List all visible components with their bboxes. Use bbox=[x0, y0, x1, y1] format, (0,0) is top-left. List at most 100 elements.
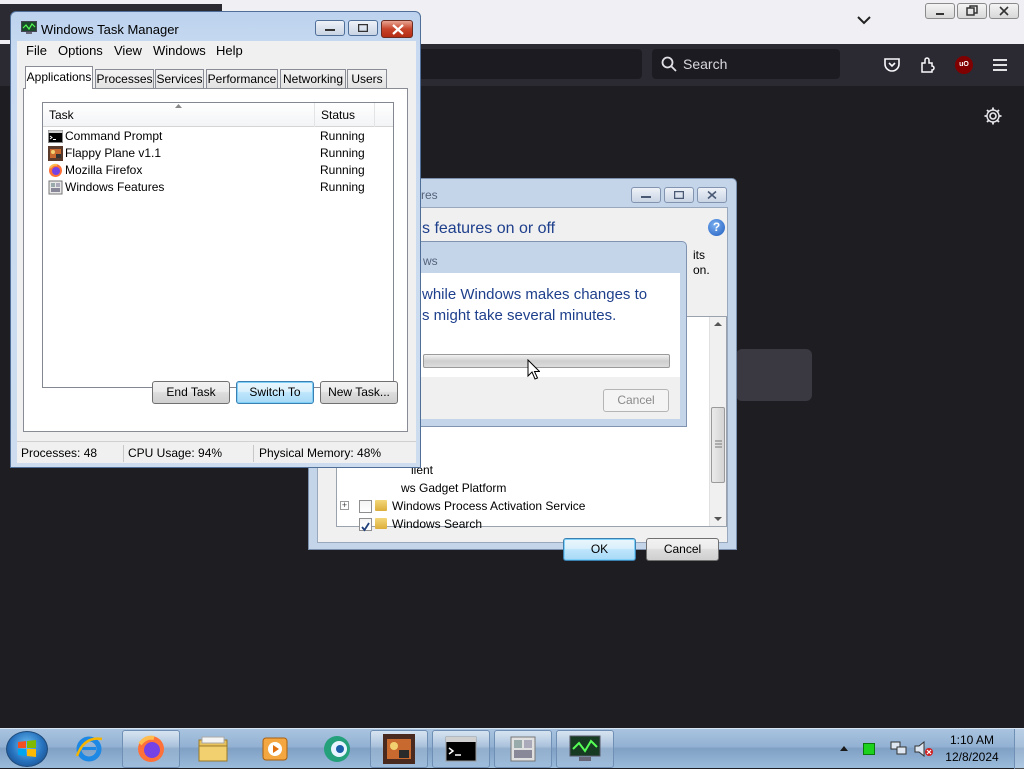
task-row[interactable]: Windows Features Running bbox=[43, 179, 393, 196]
firefox-icon bbox=[49, 163, 62, 177]
window-title: res bbox=[421, 188, 438, 202]
show-hidden-icons-icon[interactable] bbox=[840, 745, 848, 751]
task-manager-window: Windows Task Manager File Options View W… bbox=[10, 11, 421, 468]
menu-options[interactable]: Options bbox=[58, 43, 103, 58]
end-task-button[interactable]: End Task bbox=[152, 381, 230, 404]
scroll-up-icon[interactable] bbox=[714, 321, 722, 327]
search-bar[interactable]: Search bbox=[652, 49, 840, 79]
status-divider bbox=[123, 445, 124, 462]
clock-date: 12/8/2024 bbox=[945, 750, 999, 764]
feature-label: Windows Search bbox=[392, 517, 483, 531]
taskbar-command-prompt[interactable] bbox=[432, 730, 490, 768]
minimize-button[interactable] bbox=[315, 20, 345, 36]
ublock-origin-icon[interactable]: uO bbox=[955, 56, 973, 74]
windows-features-icon bbox=[510, 736, 536, 762]
progress-dialog-title: ws bbox=[423, 254, 438, 268]
taskbar-media-player[interactable] bbox=[246, 730, 304, 768]
task-status: Running bbox=[320, 129, 365, 143]
new-task-button[interactable]: New Task... bbox=[320, 381, 398, 404]
vertical-scrollbar[interactable] bbox=[709, 317, 726, 526]
mouse-cursor-icon bbox=[527, 359, 540, 380]
feature-checkbox-checked[interactable] bbox=[359, 518, 372, 532]
volume-muted-icon[interactable] bbox=[914, 741, 934, 757]
task-row[interactable]: Command Prompt Running bbox=[43, 128, 393, 145]
task-row[interactable]: Mozilla Firefox Running bbox=[43, 162, 393, 179]
feature-checkbox[interactable] bbox=[359, 500, 372, 513]
show-desktop-button[interactable] bbox=[1014, 729, 1024, 769]
url-bar[interactable] bbox=[410, 49, 642, 79]
taskbar-firefox[interactable] bbox=[122, 730, 180, 768]
extensions-icon[interactable] bbox=[918, 55, 938, 75]
hamburger-menu-icon[interactable] bbox=[990, 55, 1010, 75]
menu-file[interactable]: File bbox=[26, 43, 47, 58]
minimize-button[interactable] bbox=[925, 3, 955, 19]
menu-windows[interactable]: Windows bbox=[153, 43, 206, 58]
status-divider bbox=[253, 445, 254, 462]
menu-view[interactable]: View bbox=[114, 43, 142, 58]
pocket-icon[interactable] bbox=[882, 55, 902, 75]
flappy-plane-icon bbox=[48, 146, 63, 161]
tab-users[interactable]: Users bbox=[347, 69, 387, 88]
scroll-down-icon[interactable] bbox=[714, 516, 722, 522]
task-status: Running bbox=[320, 146, 365, 160]
column-header-status[interactable]: Status bbox=[315, 103, 375, 127]
list-all-tabs-chevron-icon[interactable] bbox=[854, 10, 874, 30]
tab-networking[interactable]: Networking bbox=[280, 69, 346, 88]
task-row[interactable]: Flappy Plane v1.1 Running bbox=[43, 145, 393, 162]
grip-icon bbox=[715, 440, 722, 448]
dialog-description: its on. bbox=[693, 248, 710, 278]
close-button[interactable] bbox=[697, 187, 727, 203]
progress-cancel-button[interactable]: Cancel bbox=[603, 389, 669, 412]
app-icon bbox=[324, 736, 350, 762]
help-icon[interactable]: ? bbox=[708, 219, 725, 236]
maximize-button[interactable] bbox=[664, 187, 694, 203]
minimize-icon bbox=[936, 13, 944, 15]
folder-icon bbox=[375, 518, 387, 529]
maximize-button[interactable] bbox=[348, 20, 378, 36]
window-title: Windows Task Manager bbox=[41, 22, 179, 37]
task-list[interactable]: Task Status Command Prompt Running Flapp… bbox=[42, 102, 394, 388]
expand-icon[interactable]: + bbox=[340, 501, 349, 510]
switch-to-button[interactable]: Switch To bbox=[236, 381, 314, 404]
tab-processes[interactable]: Processes bbox=[95, 69, 154, 88]
menu-help[interactable]: Help bbox=[216, 43, 243, 58]
cpu-usage: CPU Usage: 94% bbox=[128, 446, 223, 460]
maximize-icon bbox=[358, 24, 368, 32]
minimize-button[interactable] bbox=[631, 187, 661, 203]
taskbar-internet-explorer[interactable] bbox=[60, 730, 118, 768]
minimize-icon bbox=[325, 29, 335, 31]
close-button[interactable] bbox=[989, 3, 1019, 19]
feature-label: ws Gadget Platform bbox=[401, 481, 507, 495]
tab-applications[interactable]: Applications bbox=[25, 66, 93, 89]
task-name: Mozilla Firefox bbox=[65, 163, 143, 177]
gear-icon[interactable] bbox=[983, 106, 1003, 126]
internet-explorer-icon bbox=[75, 736, 103, 762]
ublock-badge-text: uO bbox=[959, 61, 969, 68]
content-panel bbox=[736, 349, 812, 401]
close-icon bbox=[392, 24, 404, 35]
tab-services[interactable]: Services bbox=[155, 69, 204, 88]
taskbar-flappy-plane[interactable] bbox=[370, 730, 428, 768]
tray-status-icon[interactable] bbox=[863, 743, 875, 755]
progress-message: while Windows makes changes to s might t… bbox=[422, 284, 647, 326]
restore-button[interactable] bbox=[957, 3, 987, 19]
scrollbar-thumb[interactable] bbox=[711, 407, 725, 483]
taskbar-app[interactable] bbox=[308, 730, 366, 768]
column-header-task[interactable]: Task bbox=[43, 103, 315, 127]
applications-tab-page: Task Status Command Prompt Running Flapp… bbox=[23, 88, 408, 432]
tab-performance[interactable]: Performance bbox=[206, 69, 278, 88]
cancel-button[interactable]: Cancel bbox=[646, 538, 719, 561]
close-icon bbox=[707, 190, 717, 200]
close-button[interactable] bbox=[381, 20, 413, 38]
folder-icon bbox=[375, 500, 387, 511]
sort-ascending-icon bbox=[175, 104, 182, 108]
taskbar-windows-features[interactable] bbox=[494, 730, 552, 768]
ok-button[interactable]: OK bbox=[563, 538, 636, 561]
start-button[interactable] bbox=[6, 731, 48, 767]
system-clock[interactable]: 1:10 AM 12/8/2024 bbox=[932, 732, 1012, 766]
task-name: Windows Features bbox=[65, 180, 165, 194]
network-icon[interactable] bbox=[890, 741, 908, 757]
taskbar-task-manager[interactable] bbox=[556, 730, 614, 768]
progress-dialog: ws while Windows makes changes to s migh… bbox=[376, 241, 687, 427]
taskbar-file-explorer[interactable] bbox=[184, 730, 242, 768]
